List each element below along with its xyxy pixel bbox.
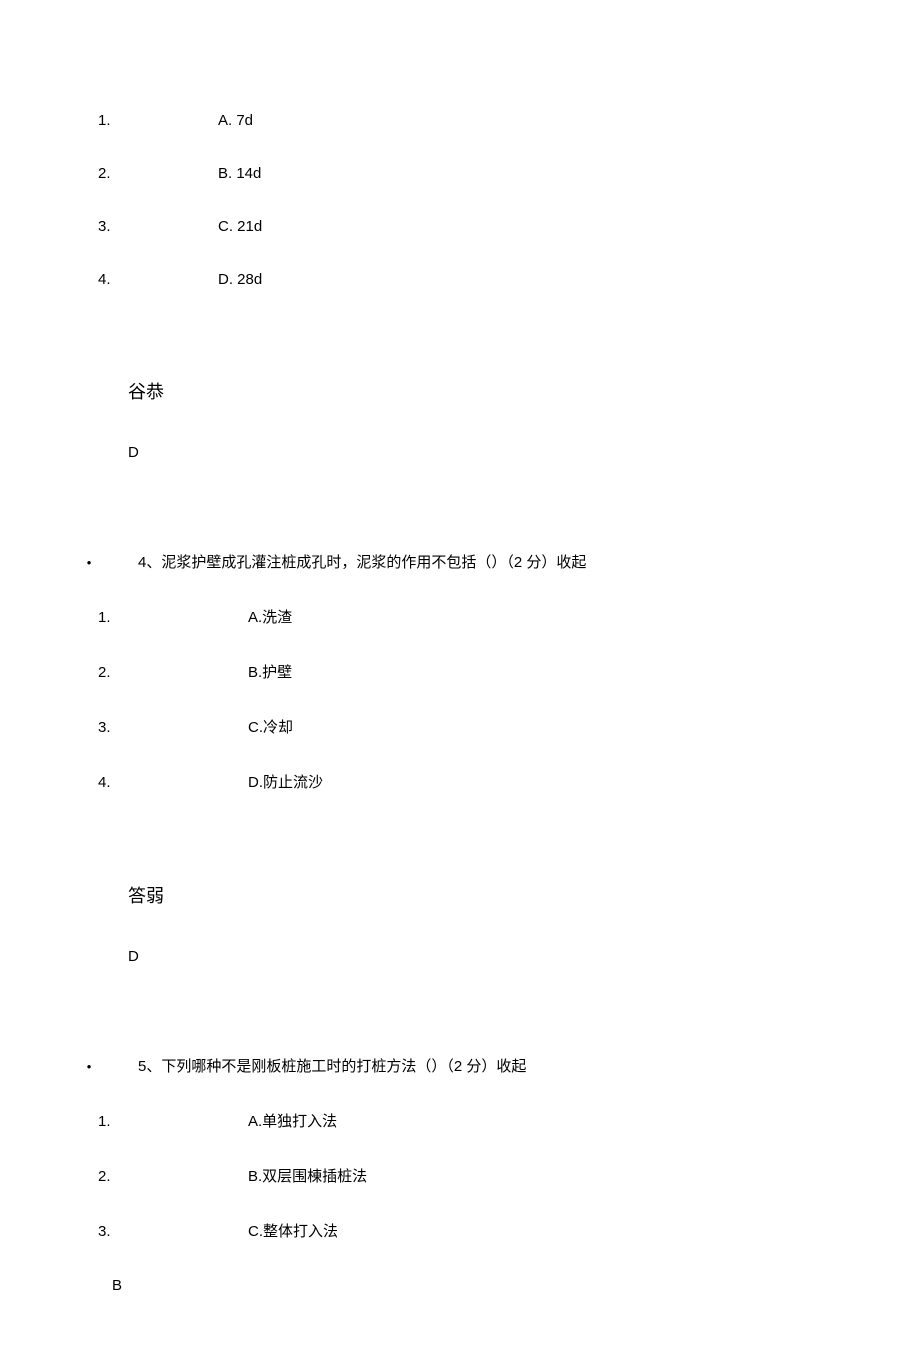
q5-question-row: • 5、下列哪种不是刚板桩施工时的打桩方法（）（2 分）收起: [0, 1055, 920, 1076]
option-number: 1.: [0, 609, 248, 626]
q5-option-2: 2. B.双层围棟插桩法: [0, 1165, 920, 1186]
option-text: A. 7d: [218, 112, 253, 129]
q5-option-1: 1. A.单独打入法: [0, 1110, 920, 1131]
q4-answer-value: D: [128, 948, 920, 965]
q5-options: 1. A.单独打入法 2. B.双层围棟插桩法 3. C.整体打入法: [0, 1110, 920, 1241]
q4-options: 1. A.洗渣 2. B.护壁 3. C.冷却 4. D.防止流沙: [0, 606, 920, 792]
q3-option-3: 3. C. 21d: [0, 218, 920, 235]
option-text: B.双层围棟插桩法: [248, 1165, 367, 1186]
q5-question-text: 5、下列哪种不是刚板桩施工时的打桩方法（）（2 分）收起: [138, 1055, 526, 1076]
q4-question-text: 4、泥浆护壁成孔灌注桩成孔时，泥浆的作用不包括（）（2 分）收起: [138, 551, 586, 572]
option-number: 4.: [0, 271, 218, 288]
option-number: 1.: [0, 112, 218, 129]
q3-answer-value: D: [128, 444, 920, 461]
option-number: 1.: [0, 1113, 248, 1130]
q4-option-2: 2. B.护壁: [0, 661, 920, 682]
option-number: 3.: [0, 1223, 248, 1240]
q5-option-3: 3. C.整体打入法: [0, 1220, 920, 1241]
document-page: 1. A. 7d 2. B. 14d 3. C. 21d 4. D. 28d 谷…: [0, 112, 920, 1354]
q3-option-2: 2. B. 14d: [0, 165, 920, 182]
q4-option-4: 4. D.防止流沙: [0, 771, 920, 792]
q4-option-1: 1. A.洗渣: [0, 606, 920, 627]
option-text: C.冷却: [248, 716, 293, 737]
q3-option-1: 1. A. 7d: [0, 112, 920, 129]
q3-answer-label: 谷恭: [128, 378, 920, 404]
option-number: 3.: [0, 719, 248, 736]
option-number: 4.: [0, 774, 248, 791]
option-text: D.防止流沙: [248, 771, 323, 792]
bullet-icon: •: [0, 1059, 138, 1074]
option-number: 3.: [0, 218, 218, 235]
option-text: B.护壁: [248, 661, 292, 682]
option-text: D. 28d: [218, 271, 262, 288]
q4-question-row: • 4、泥浆护壁成孔灌注桩成孔时，泥浆的作用不包括（）（2 分）收起: [0, 551, 920, 572]
q5-trailing-letter: B: [112, 1277, 920, 1294]
q3-option-4: 4. D. 28d: [0, 271, 920, 288]
q3-options: 1. A. 7d 2. B. 14d 3. C. 21d 4. D. 28d: [0, 112, 920, 288]
option-number: 2.: [0, 165, 218, 182]
option-number: 2.: [0, 664, 248, 681]
option-text: C. 21d: [218, 218, 262, 235]
bullet-icon: •: [0, 555, 138, 570]
option-number: 2.: [0, 1168, 248, 1185]
option-text: C.整体打入法: [248, 1220, 338, 1241]
option-text: A.洗渣: [248, 606, 292, 627]
option-text: A.单独打入法: [248, 1110, 337, 1131]
q4-answer-label: 答弱: [128, 882, 920, 908]
option-text: B. 14d: [218, 165, 261, 182]
q4-option-3: 3. C.冷却: [0, 716, 920, 737]
